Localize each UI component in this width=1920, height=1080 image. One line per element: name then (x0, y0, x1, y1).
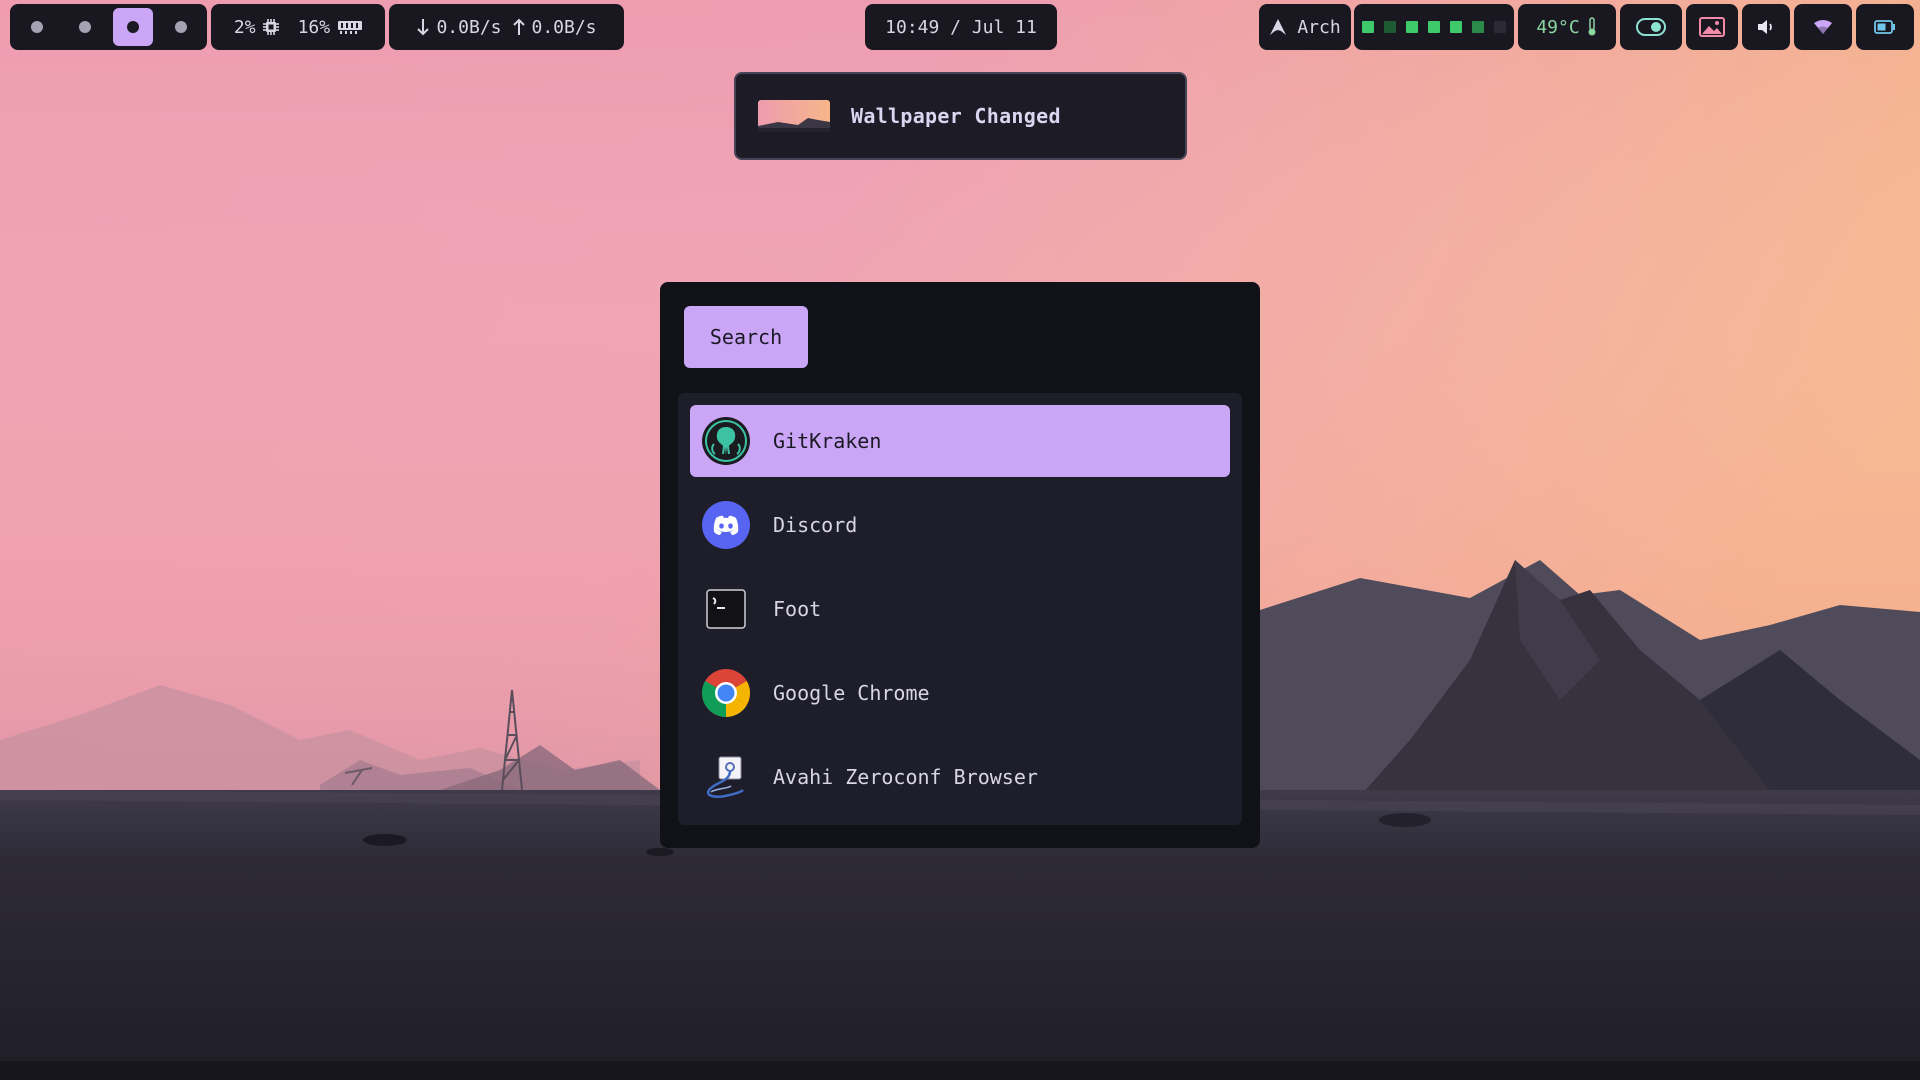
bar-segment (1450, 21, 1462, 33)
workspace-switcher (10, 4, 207, 50)
arrow-down-icon (417, 19, 430, 36)
gitkraken-icon (701, 416, 751, 466)
bar-segment (1428, 21, 1440, 33)
volume-icon (1758, 20, 1772, 34)
app-launcher: Search GitKraken Discord Foot Google Chr… (660, 282, 1260, 848)
list-item-foot[interactable]: Foot (690, 573, 1230, 645)
avahi-icon (701, 752, 751, 802)
wallpaper-thumbnail (758, 100, 830, 132)
terminal-icon (701, 584, 751, 634)
battery-button[interactable] (1856, 4, 1914, 50)
volume-button[interactable] (1742, 4, 1790, 50)
chrome-icon (701, 668, 751, 718)
bottom-edge (0, 1061, 1920, 1080)
clock-widget[interactable]: 10:49 / Jul 11 (865, 4, 1057, 50)
arch-logo-icon (1270, 19, 1287, 35)
system-usage-widget[interactable]: 2% 16% (211, 4, 385, 50)
app-name: Avahi Zeroconf Browser (773, 765, 1038, 789)
workspace-dot (78, 21, 91, 33)
download-speed: 0.0B/s (436, 16, 502, 38)
toggle-icon (1636, 18, 1666, 36)
bar-segment (1406, 21, 1418, 33)
list-item-google-chrome[interactable]: Google Chrome (690, 657, 1230, 729)
bar-segment (1362, 21, 1374, 33)
bar-segment (1494, 21, 1506, 33)
bar-segment (1384, 21, 1396, 33)
list-item-avahi-zeroconf-browser[interactable]: Avahi Zeroconf Browser (690, 741, 1230, 813)
cpu-usage: 2% (233, 16, 256, 38)
app-name: GitKraken (773, 429, 882, 453)
activity-bars-widget (1354, 4, 1514, 50)
workspace-1[interactable] (17, 8, 57, 46)
app-list: GitKraken Discord Foot Google Chrome Ava… (678, 393, 1242, 825)
temperature-widget[interactable]: 49°C (1518, 4, 1616, 50)
ram-icon (338, 21, 363, 34)
workspace-4[interactable] (161, 8, 201, 46)
wifi-icon (1814, 20, 1832, 34)
clock-text: 10:49 / Jul 11 (885, 16, 1037, 38)
workspace-dot (174, 21, 187, 33)
workspace-2[interactable] (65, 8, 105, 46)
wallpaper-icon (1699, 17, 1725, 37)
distro-widget[interactable]: Arch (1259, 4, 1351, 50)
distro-name: Arch (1297, 16, 1341, 38)
network-speed-widget[interactable]: 0.0B/s 0.0B/s (389, 4, 624, 50)
cpu-chip-icon (262, 19, 279, 35)
list-item-discord[interactable]: Discord (690, 489, 1230, 561)
search-label: Search (709, 325, 783, 349)
temperature-value: 49°C (1536, 16, 1580, 38)
workspace-dot (30, 21, 43, 33)
bar-segment (1472, 21, 1484, 33)
arrow-up-icon (512, 18, 525, 35)
list-item-gitkraken[interactable]: GitKraken (690, 405, 1230, 477)
memory-usage: 16% (297, 16, 331, 38)
wallpaper-button[interactable] (1686, 4, 1738, 50)
notification-popup[interactable]: Wallpaper Changed (734, 72, 1187, 160)
app-name: Foot (773, 597, 822, 621)
workspace-3-active[interactable] (112, 8, 153, 46)
thermometer-icon (1588, 17, 1596, 36)
workspace-dot (126, 21, 139, 33)
notification-title: Wallpaper Changed (851, 104, 1061, 128)
app-name: Google Chrome (773, 681, 930, 705)
discord-icon (701, 500, 751, 550)
search-input[interactable]: Search (684, 306, 808, 368)
battery-icon (1874, 20, 1895, 34)
upload-speed: 0.0B/s (531, 16, 597, 38)
app-name: Discord (773, 513, 858, 537)
wifi-button[interactable] (1794, 4, 1852, 50)
toggle-button[interactable] (1620, 4, 1682, 50)
